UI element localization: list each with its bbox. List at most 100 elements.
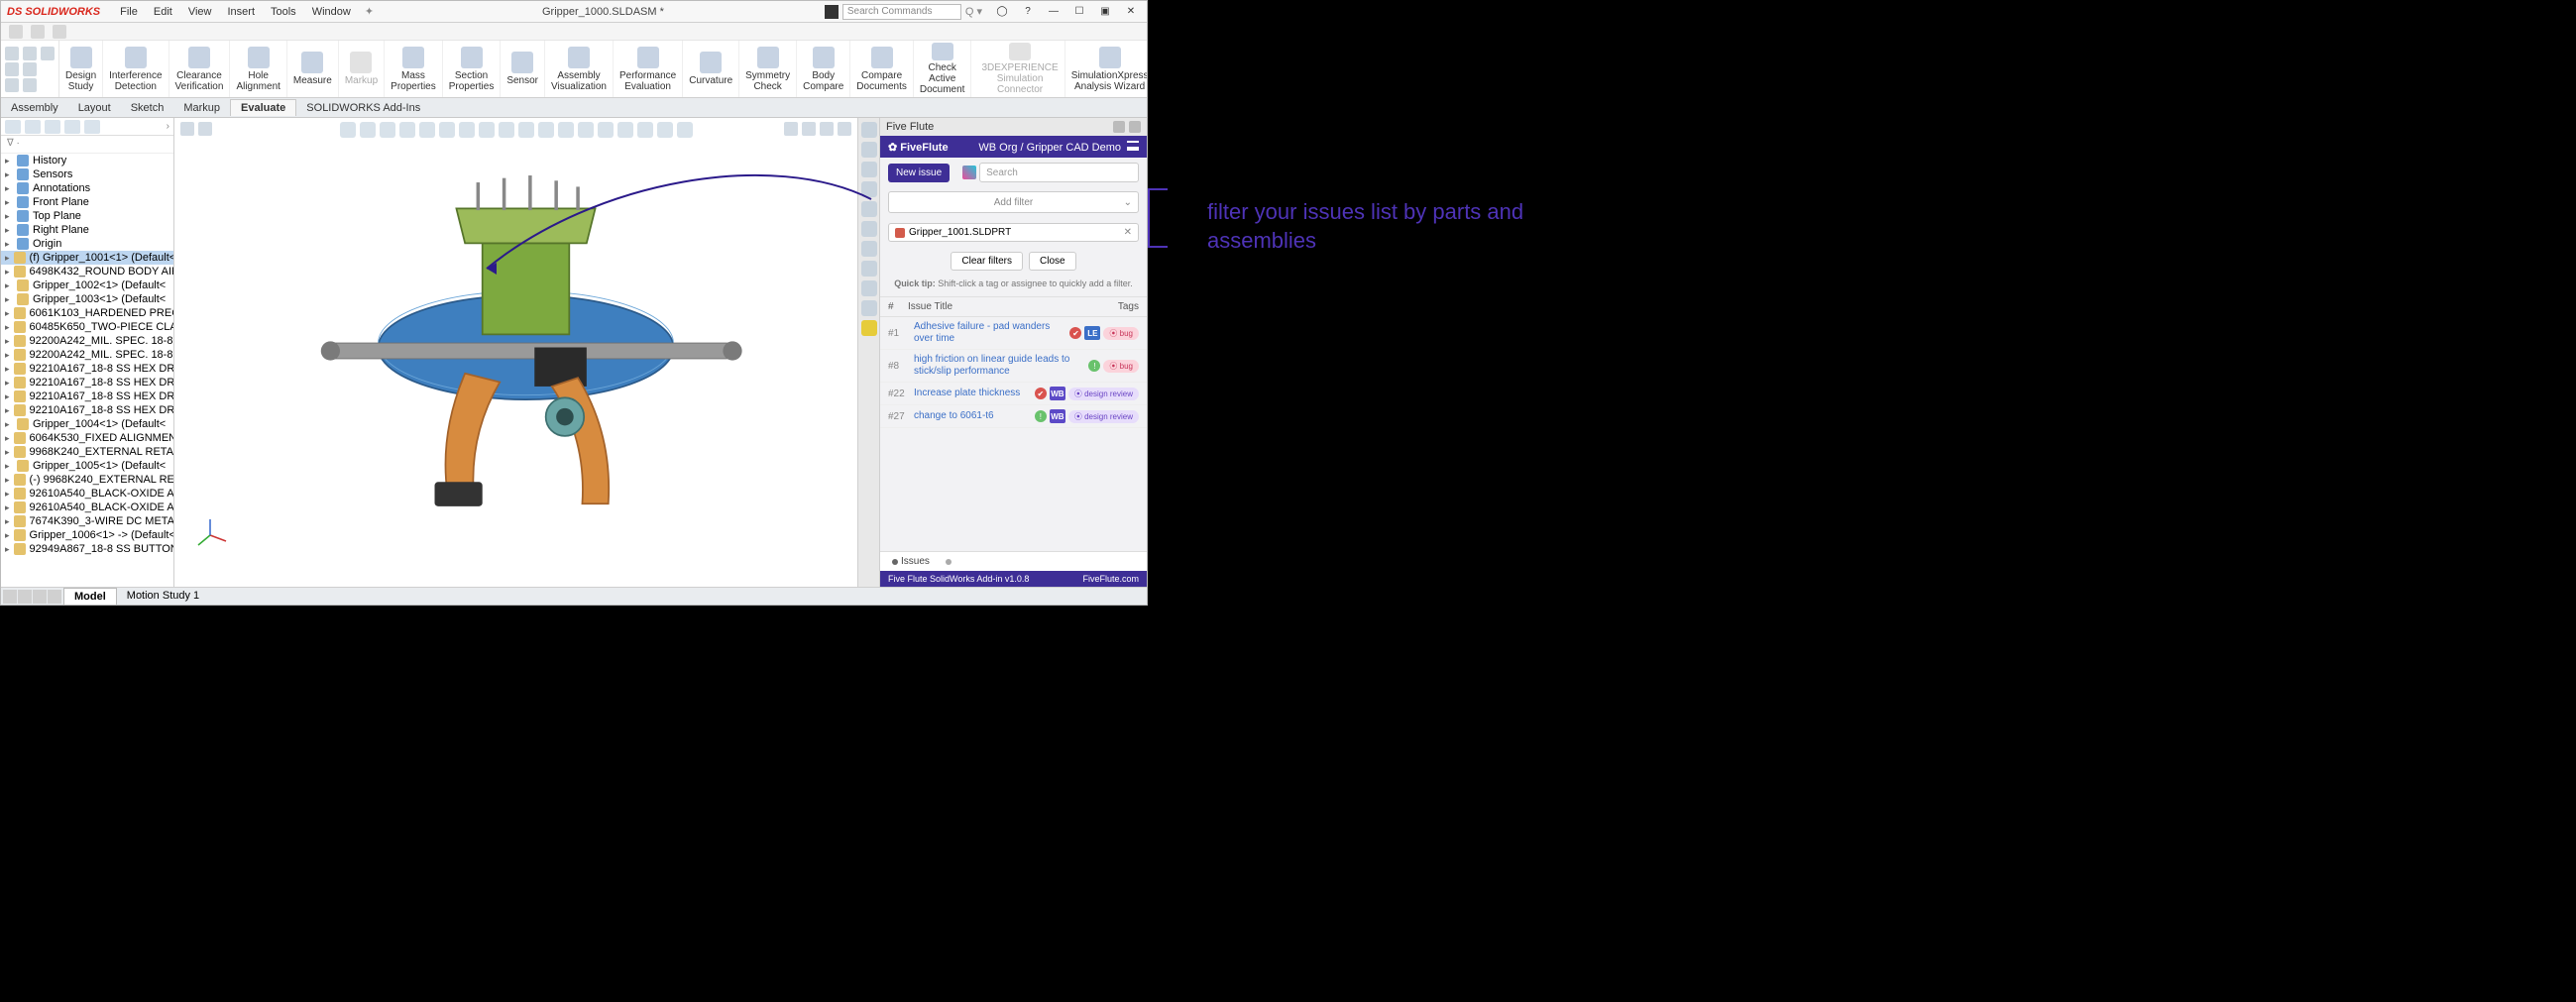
3d-viewport[interactable] [174,118,857,587]
tab-markup[interactable]: Markup [173,100,230,116]
issue-row[interactable]: #1Adhesive failure - pad wanders over ti… [880,317,1147,350]
issue-tag[interactable]: ⦿ bug [1103,360,1139,373]
viewport-tool-icon[interactable] [459,122,475,138]
tree-node[interactable]: ▸Front Plane [1,195,173,209]
tree-part-node[interactable]: ▸(-) 9968K240_EXTERNAL RETAININ [1,473,173,487]
viewport-tool-icon[interactable] [518,122,534,138]
taskpane-icon[interactable] [861,122,877,138]
tree-part-node[interactable]: ▸Gripper_1003<1> (Default< [1,292,173,306]
viewport-tool-icon[interactable] [677,122,693,138]
ribbon-measure[interactable]: Measure [287,41,339,97]
viewport-tool-icon[interactable] [360,122,376,138]
ff-footer-link[interactable]: FiveFlute.com [1082,574,1139,584]
tree-part-node[interactable]: ▸92210A167_18-8 SS HEX DRIVE FLA [1,362,173,376]
taskpane-icon[interactable] [861,300,877,316]
taskpane-icon[interactable] [861,162,877,177]
tree-part-node[interactable]: ▸(f) Gripper_1001<1> (Default< [1,251,173,265]
remove-filter-icon[interactable]: ✕ [1124,227,1132,238]
search-commands-icon[interactable] [825,5,839,19]
qa-icon[interactable] [53,25,66,39]
sheet-nav-button[interactable] [33,590,47,604]
ribbon-hole[interactable]: Hole Alignment [230,41,286,97]
vp-close-icon[interactable] [838,122,851,136]
maximize-button[interactable]: ▣ [1093,4,1117,20]
tree-part-node[interactable]: ▸7674K390_3-WIRE DC METALLIC-O [1,514,173,528]
filter-chip[interactable]: Gripper_1001.SLDPRT ✕ [888,223,1139,242]
close-button[interactable]: ✕ [1119,4,1143,20]
tree-tab-icon[interactable] [5,120,21,134]
ribbon-icon[interactable] [5,78,19,92]
viewport-tool-icon[interactable] [598,122,614,138]
tab-evaluate[interactable]: Evaluate [230,99,296,116]
issue-tag[interactable]: ⦿ design review [1068,410,1139,423]
issue-row[interactable]: #8high friction on linear guide leads to… [880,350,1147,383]
add-filter-dropdown[interactable]: Add filter ⌄ [888,191,1139,213]
ribbon-icon[interactable] [23,47,37,60]
footer-tab[interactable]: Motion Study 1 [117,588,209,606]
design-study-button[interactable]: Design Study [59,41,103,97]
tree-part-node[interactable]: ▸Gripper_1006<1> -> (Default< [1,528,173,542]
tree-part-node[interactable]: ▸60485K650_TWO-PIECE CLAMP-ON [1,320,173,334]
viewport-tool-icon[interactable] [499,122,514,138]
ribbon-body[interactable]: Body Compare [797,41,850,97]
menu-edit[interactable]: Edit [148,4,178,20]
ribbon-sensor[interactable]: Sensor [501,41,545,97]
tree-part-node[interactable]: ▸9968K240_EXTERNAL RETAINING R [1,445,173,459]
tab-layout[interactable]: Layout [68,100,121,116]
viewport-tool-icon[interactable] [617,122,633,138]
tree-tab-icon[interactable] [64,120,80,134]
ribbon-section[interactable]: Section Properties [443,41,502,97]
viewport-tool-icon[interactable] [439,122,455,138]
tab-sketch[interactable]: Sketch [121,100,174,116]
ribbon-assembly[interactable]: Assembly Visualization [545,41,614,97]
viewport-tool-icon[interactable] [538,122,554,138]
ribbon-icon[interactable] [5,62,19,76]
tree-part-node[interactable]: ▸6064K530_FIXED ALIGNMENT HT-T [1,431,173,445]
tree-tab-icon[interactable] [25,120,41,134]
tree-node[interactable]: ▸History [1,154,173,167]
vp-arrange-icon[interactable] [784,122,798,136]
viewport-tool-icon[interactable] [380,122,395,138]
tree-tab-icon[interactable] [45,120,60,134]
taskpane-icon[interactable] [861,201,877,217]
ribbon-symmetry[interactable]: Symmetry Check [739,41,797,97]
ribbon-sim-cmd[interactable]: SimulationXpress Analysis Wizard [1065,41,1147,97]
ribbon-compare[interactable]: Compare Documents [850,41,914,97]
tree-part-node[interactable]: ▸92200A242_MIL. SPEC. 18-8 SS SCK [1,334,173,348]
viewport-tool-icon[interactable] [637,122,653,138]
hamburger-icon[interactable] [1127,141,1139,151]
viewport-tool-icon[interactable] [399,122,415,138]
footer-tab[interactable]: Model [63,588,117,606]
taskpane-icon[interactable] [861,280,877,296]
viewport-tool-icon[interactable] [340,122,356,138]
tree-node[interactable]: ▸Annotations [1,181,173,195]
taskpane-icon[interactable] [861,142,877,158]
viewport-tool-icon[interactable] [479,122,495,138]
tree-filter-input[interactable]: ∇ · [1,136,173,154]
tree-part-node[interactable]: ▸92210A167_18-8 SS HEX DRIVE FLA [1,403,173,417]
search-commands-input[interactable]: Search Commands [842,4,961,20]
ribbon-performance[interactable]: Performance Evaluation [614,41,683,97]
ribbon-icon[interactable] [23,78,37,92]
fiveflute-search-input[interactable]: Search [979,163,1139,182]
fiveflute-project[interactable]: WB Org / Gripper CAD Demo [978,141,1139,154]
viewport-tool-icon[interactable] [657,122,673,138]
issue-row[interactable]: #22Increase plate thickness✔WB⦿ design r… [880,383,1147,405]
ribbon-icon[interactable] [41,47,55,60]
tree-collapse-icon[interactable]: › [167,121,169,132]
sheet-nav-button[interactable] [18,590,32,604]
menu-view[interactable]: View [182,4,218,20]
tree-part-node[interactable]: ▸Gripper_1005<1> (Default< [1,459,173,473]
close-filters-button[interactable]: Close [1029,252,1076,271]
taskpane-icon[interactable] [861,320,877,336]
panel-pin-icon[interactable] [1129,121,1141,133]
menu-more-icon[interactable]: ✦ [357,5,382,18]
tree-part-node[interactable]: ▸92200A242_MIL. SPEC. 18-8 SS SCK [1,348,173,362]
ribbon-interference[interactable]: Interference Detection [103,41,168,97]
tree-part-node[interactable]: ▸92949A867_18-8 SS BUTTON HEA [1,542,173,556]
ribbon-markup[interactable]: Markup [339,41,385,97]
tree-part-node[interactable]: ▸6498K432_ROUND BODY AIR CYLI [1,265,173,278]
tab-solidworks-add-ins[interactable]: SOLIDWORKS Add-Ins [296,100,430,116]
sheet-nav-button[interactable] [48,590,61,604]
ribbon-icon[interactable] [23,62,37,76]
